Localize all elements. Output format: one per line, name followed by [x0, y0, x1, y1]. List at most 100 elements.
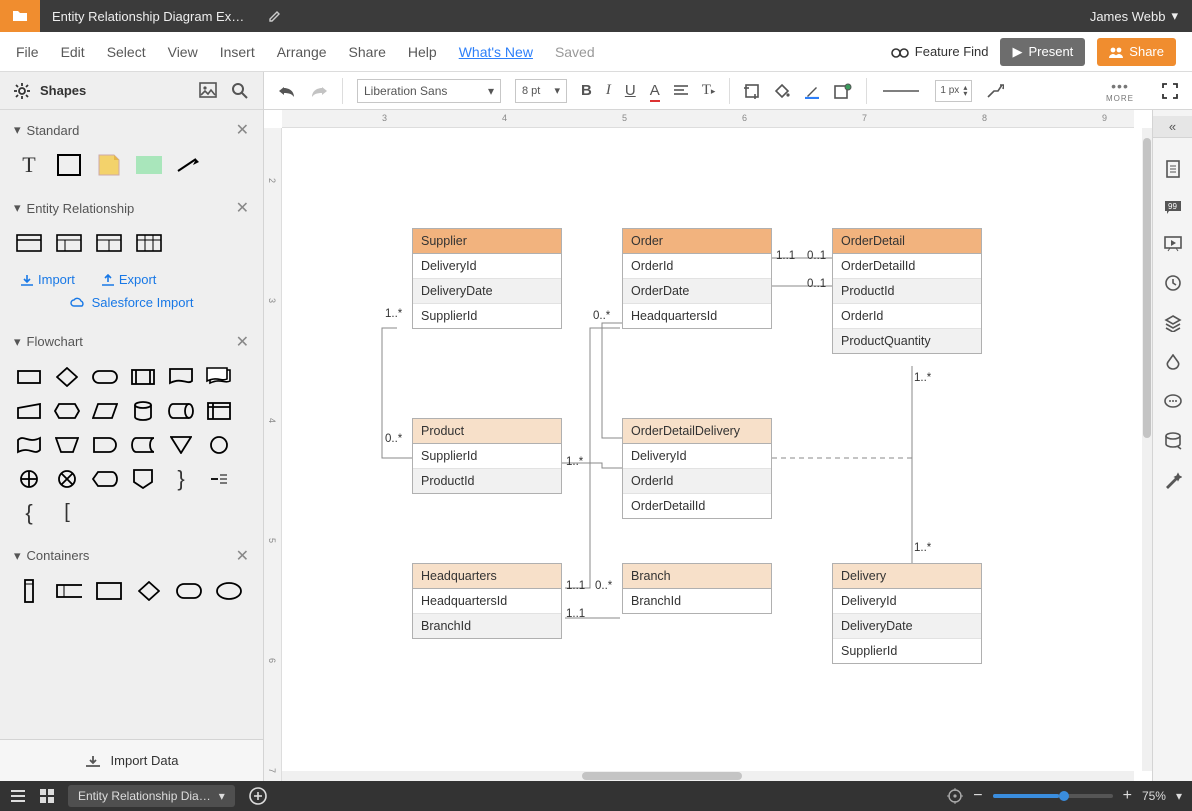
page-icon[interactable]	[1165, 160, 1181, 178]
align-icon[interactable]	[674, 85, 688, 97]
text-color-icon[interactable]: A	[650, 82, 660, 99]
menu-select[interactable]: Select	[107, 44, 146, 60]
ct-1[interactable]	[16, 580, 42, 602]
zoom-in-icon[interactable]: +	[1123, 787, 1132, 805]
fc-or[interactable]	[16, 468, 42, 490]
fc-manualop[interactable]	[54, 434, 80, 456]
close-icon[interactable]: ✕	[236, 198, 249, 218]
paint-icon[interactable]	[1165, 354, 1181, 372]
zoom-value[interactable]: 75%	[1142, 789, 1166, 803]
menu-share[interactable]: Share	[349, 44, 386, 60]
feature-find-button[interactable]: Feature Find	[891, 44, 989, 59]
menu-arrange[interactable]: Arrange	[277, 44, 327, 60]
fc-tape[interactable]	[16, 434, 42, 456]
entity-hq[interactable]: Headquarters HeadquartersId BranchId	[412, 563, 562, 639]
present-button[interactable]: ▶ Present	[1000, 38, 1085, 66]
shape-rect[interactable]	[56, 154, 82, 176]
fc-merge[interactable]	[168, 434, 194, 456]
document-title[interactable]: Entity Relationship Diagram Exa…	[40, 9, 260, 24]
ct-5[interactable]	[176, 580, 202, 602]
zoom-out-icon[interactable]: −	[973, 787, 982, 805]
add-page-icon[interactable]	[249, 787, 267, 805]
horizontal-scrollbar[interactable]	[282, 771, 1134, 781]
italic-icon[interactable]: I	[606, 82, 611, 99]
fc-terminator[interactable]	[92, 366, 118, 388]
fc-display[interactable]	[92, 468, 118, 490]
image-icon[interactable]	[199, 82, 217, 100]
fc-prep[interactable]	[54, 400, 80, 422]
er-shape-1[interactable]	[16, 232, 42, 254]
crop-icon[interactable]	[744, 83, 760, 99]
fc-stored[interactable]	[130, 434, 156, 456]
canvas-area[interactable]: 3 4 5 6 7 8 9 2 3 4 5 6 7	[264, 110, 1152, 781]
zoom-slider[interactable]	[993, 794, 1113, 798]
panel-collapse-icon[interactable]: «	[1153, 116, 1192, 138]
fc-brace-r[interactable]: }	[168, 468, 194, 490]
entity-orderdetail[interactable]: OrderDetail OrderDetailId ProductId Orde…	[832, 228, 982, 354]
underline-icon[interactable]: U	[625, 82, 636, 99]
fc-bracket[interactable]: [	[54, 502, 80, 524]
import-data-button[interactable]: Import Data	[0, 739, 263, 781]
ct-2[interactable]	[56, 580, 82, 602]
page-tab[interactable]: Entity Relationship Dia…▾	[68, 785, 235, 807]
entity-delivery[interactable]: Delivery DeliveryId DeliveryDate Supplie…	[832, 563, 982, 664]
entity-odd[interactable]: OrderDetailDelivery DeliveryId OrderId O…	[622, 418, 772, 519]
ct-4[interactable]	[136, 580, 162, 602]
fc-delay[interactable]	[92, 434, 118, 456]
fc-connector[interactable]	[206, 434, 232, 456]
target-icon[interactable]	[947, 788, 963, 804]
category-flowchart[interactable]: ▾ Flowchart✕	[0, 322, 263, 358]
shape-arrow[interactable]	[176, 154, 202, 176]
bold-icon[interactable]: B	[581, 82, 592, 99]
fc-db[interactable]	[130, 400, 156, 422]
fc-manualin[interactable]	[16, 400, 42, 422]
comment-icon[interactable]: 99	[1164, 200, 1182, 214]
fc-direct[interactable]	[168, 400, 194, 422]
fc-brace-l[interactable]: {	[16, 502, 42, 524]
category-standard[interactable]: ▾ Standard✕	[0, 110, 263, 146]
layers-icon[interactable]	[1164, 314, 1182, 332]
vertical-scrollbar[interactable]	[1142, 128, 1152, 771]
redo-icon[interactable]	[310, 84, 328, 98]
fullscreen-icon[interactable]	[1162, 83, 1178, 99]
menu-help[interactable]: Help	[408, 44, 437, 60]
menu-view[interactable]: View	[168, 44, 198, 60]
close-icon[interactable]: ✕	[236, 120, 249, 140]
text-style-icon[interactable]: T▸	[702, 82, 716, 99]
chat-icon[interactable]	[1164, 394, 1182, 410]
export-link[interactable]: Export	[101, 272, 157, 287]
shape-style-icon[interactable]	[834, 83, 852, 99]
er-shape-3[interactable]	[96, 232, 122, 254]
fc-doc[interactable]	[168, 366, 194, 388]
fc-data[interactable]	[92, 400, 118, 422]
fc-rect[interactable]	[16, 366, 42, 388]
fc-offpage[interactable]	[130, 468, 156, 490]
share-button[interactable]: Share	[1097, 38, 1176, 66]
font-size-select[interactable]: 8 pt▾	[515, 79, 567, 103]
history-icon[interactable]	[1164, 274, 1182, 292]
gear-icon[interactable]	[14, 83, 30, 99]
category-containers[interactable]: ▾ Containers✕	[0, 536, 263, 572]
search-icon[interactable]	[231, 82, 249, 100]
fill-icon[interactable]	[774, 83, 790, 99]
fc-sum[interactable]	[54, 468, 80, 490]
present-icon[interactable]	[1164, 236, 1182, 252]
line-width-select[interactable]: 1 px▴▾	[935, 80, 972, 102]
more-button[interactable]: •••MORE	[1106, 78, 1134, 103]
folder-icon[interactable]	[0, 0, 40, 32]
salesforce-import-link[interactable]: Salesforce Import	[70, 295, 194, 310]
fc-note[interactable]	[206, 468, 232, 490]
menu-insert[interactable]: Insert	[220, 44, 255, 60]
er-shape-2[interactable]	[56, 232, 82, 254]
undo-icon[interactable]	[278, 84, 296, 98]
ct-3[interactable]	[96, 580, 122, 602]
user-menu[interactable]: James Webb ▾	[1076, 8, 1192, 24]
line-shape-icon[interactable]	[986, 83, 1004, 99]
menu-edit[interactable]: Edit	[61, 44, 85, 60]
category-er[interactable]: ▾ Entity Relationship✕	[0, 188, 263, 224]
list-view-icon[interactable]	[10, 789, 26, 803]
import-link[interactable]: Import	[20, 272, 75, 287]
fc-predef[interactable]	[130, 366, 156, 388]
font-select[interactable]: Liberation Sans▾	[357, 79, 501, 103]
entity-branch[interactable]: Branch BranchId	[622, 563, 772, 614]
